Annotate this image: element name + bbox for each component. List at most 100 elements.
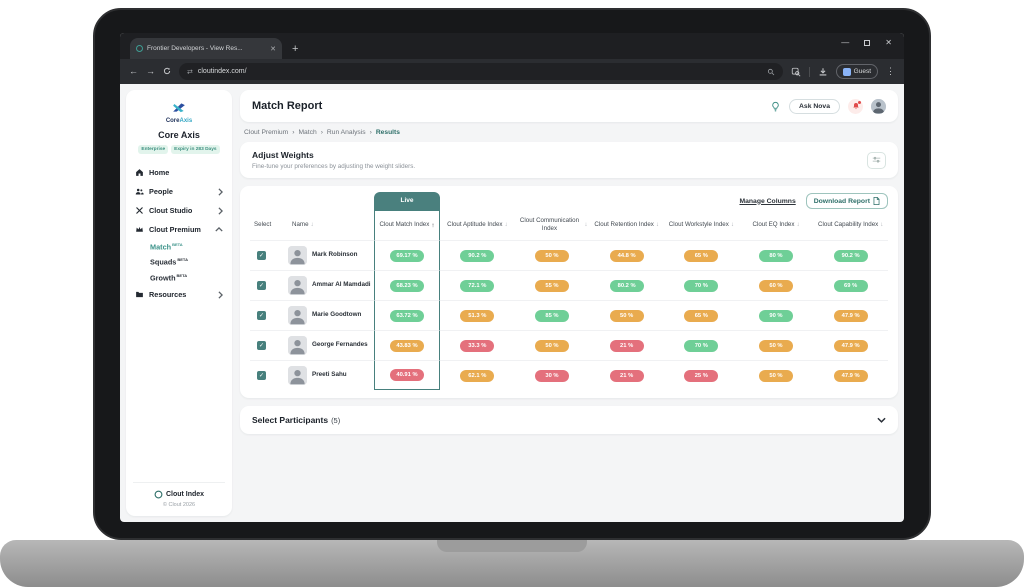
org-name: Core Axis bbox=[133, 130, 225, 140]
breadcrumb-item[interactable]: Match bbox=[298, 129, 316, 136]
browser-tabstrip: Frontier Developers - View Res... ✕ + — … bbox=[120, 33, 904, 59]
row-checkbox[interactable]: ✓ bbox=[257, 341, 266, 350]
chevron-right-icon bbox=[218, 291, 223, 299]
tab-title: Frontier Developers - View Res... bbox=[147, 45, 266, 52]
sidebar-item-squads[interactable]: SquadsBETA bbox=[150, 254, 225, 269]
download-report-button[interactable]: Download Report bbox=[806, 193, 888, 209]
score-cell: 44.8 % bbox=[589, 240, 664, 270]
participant-name-cell: Marie Goodtown bbox=[288, 300, 374, 330]
score-badge: 43.83 % bbox=[390, 340, 424, 352]
refresh-icon[interactable] bbox=[163, 67, 171, 77]
new-tab-button[interactable]: + bbox=[292, 43, 298, 55]
participant-avatar bbox=[288, 276, 307, 295]
sidebar-item-home[interactable]: Home bbox=[133, 163, 225, 182]
score-badge: 21 % bbox=[610, 340, 644, 352]
score-badge: 90.2 % bbox=[460, 250, 494, 262]
beta-tag: BETA bbox=[177, 257, 188, 262]
score-cell: 62.1 % bbox=[440, 360, 515, 390]
column-header-clout-communication-index[interactable]: Clout Communication Index↓ bbox=[515, 210, 590, 240]
forward-icon[interactable]: → bbox=[146, 67, 155, 76]
score-cell: 50 % bbox=[515, 330, 590, 360]
row-checkbox[interactable]: ✓ bbox=[257, 311, 266, 320]
score-badge: 72.1 % bbox=[460, 280, 494, 292]
chevron-right-icon bbox=[218, 207, 223, 215]
score-badge: 33.3 % bbox=[460, 340, 494, 352]
clout-index-logo-icon bbox=[154, 490, 163, 499]
score-cell: 55 % bbox=[515, 270, 590, 300]
score-cell: 70 % bbox=[664, 330, 739, 360]
sidebar-item-growth[interactable]: GrowthBETA bbox=[150, 270, 225, 285]
site-info-icon[interactable]: ⇄ bbox=[187, 68, 193, 76]
guest-profile-button[interactable]: Guest bbox=[836, 64, 878, 79]
address-bar[interactable]: ⇄ cloutindex.com/ bbox=[179, 63, 783, 80]
lightbulb-icon[interactable] bbox=[770, 101, 781, 112]
participant-avatar bbox=[288, 246, 307, 265]
document-icon bbox=[873, 197, 880, 205]
notifications-button[interactable] bbox=[848, 99, 863, 114]
score-badge: 85 % bbox=[535, 310, 569, 322]
row-select-cell: ✓ bbox=[250, 240, 288, 270]
score-cell: 69 % bbox=[813, 270, 888, 300]
score-cell: 90.2 % bbox=[440, 240, 515, 270]
sidebar-item-clout-studio[interactable]: Clout Studio bbox=[133, 201, 225, 220]
zoom-icon[interactable] bbox=[767, 68, 775, 76]
column-header-name[interactable]: Name↓ bbox=[288, 210, 374, 240]
score-cell: 25 % bbox=[664, 360, 739, 390]
score-cell: 50 % bbox=[739, 360, 814, 390]
score-badge: 69 % bbox=[834, 280, 868, 292]
back-icon[interactable]: ← bbox=[129, 67, 138, 76]
sidebar-item-resources[interactable]: Resources bbox=[133, 285, 225, 304]
score-badge: 70 % bbox=[684, 340, 718, 352]
ask-nova-button[interactable]: Ask Nova bbox=[789, 99, 840, 114]
participant-avatar bbox=[288, 366, 307, 385]
breadcrumb-item[interactable]: Run Analysis bbox=[327, 129, 366, 136]
adjust-weights-card: Adjust Weights Fine-tune your preference… bbox=[240, 142, 898, 178]
column-header-clout-match-index[interactable]: Clout Match Index↑ bbox=[374, 210, 440, 240]
user-avatar[interactable] bbox=[871, 99, 886, 114]
score-badge: 50 % bbox=[610, 310, 644, 322]
weight-sliders-button[interactable] bbox=[867, 152, 886, 169]
column-header-clout-aptitude-index[interactable]: Clout Aptitude Index↓ bbox=[440, 210, 515, 240]
row-select-cell: ✓ bbox=[250, 360, 288, 390]
column-header-clout-eq-index[interactable]: Clout EQ Index↓ bbox=[739, 210, 814, 240]
score-cell: 65 % bbox=[664, 240, 739, 270]
score-cell: 70 % bbox=[664, 270, 739, 300]
sidebar-item-match[interactable]: MatchBETA bbox=[150, 239, 225, 254]
guest-avatar-icon bbox=[843, 68, 851, 76]
tab-close-icon[interactable]: ✕ bbox=[270, 45, 276, 53]
results-table-card: Manage Columns Download Report Live Sele… bbox=[240, 186, 898, 398]
row-checkbox[interactable]: ✓ bbox=[257, 281, 266, 290]
brand-logo: CoreAxis bbox=[133, 100, 225, 124]
select-participants-card[interactable]: Select Participants (5) bbox=[240, 406, 898, 434]
column-header-clout-retention-index[interactable]: Clout Retention Index↓ bbox=[589, 210, 664, 240]
score-badge: 63.72 % bbox=[390, 310, 424, 322]
chevron-down-icon[interactable] bbox=[877, 417, 886, 423]
row-checkbox[interactable]: ✓ bbox=[257, 371, 266, 380]
browser-toolbar: ← → ⇄ cloutindex.com/ Guest ⋮ bbox=[120, 59, 904, 84]
tab-search-icon[interactable] bbox=[791, 67, 801, 77]
score-badge: 70 % bbox=[684, 280, 718, 292]
column-header-clout-capability-index[interactable]: Clout Capability Index↓ bbox=[813, 210, 888, 240]
score-badge: 44.8 % bbox=[610, 250, 644, 262]
sidebar-nav: Home People Clout Studio bbox=[133, 163, 225, 304]
browser-menu-icon[interactable]: ⋮ bbox=[886, 67, 895, 76]
window-maximize-icon[interactable] bbox=[864, 40, 870, 46]
score-cell: 51.3 % bbox=[440, 300, 515, 330]
results-table: SelectName↓Clout Match Index↑Clout Aptit… bbox=[250, 210, 888, 390]
column-header-clout-workstyle-index[interactable]: Clout Workstyle Index↓ bbox=[664, 210, 739, 240]
clout-premium-submenu: MatchBETA SquadsBETA GrowthBETA bbox=[133, 239, 225, 285]
participant-name: Ammar Al Mamdadi bbox=[312, 281, 371, 289]
window-close-icon[interactable]: ✕ bbox=[885, 38, 892, 47]
sort-down-icon: ↓ bbox=[505, 222, 508, 228]
window-minimize-icon[interactable]: — bbox=[841, 38, 849, 47]
folder-icon bbox=[135, 290, 144, 299]
sidebar-item-clout-premium[interactable]: Clout Premium bbox=[133, 220, 225, 239]
score-cell: 50 % bbox=[589, 300, 664, 330]
row-checkbox[interactable]: ✓ bbox=[257, 251, 266, 260]
browser-tab[interactable]: Frontier Developers - View Res... ✕ bbox=[130, 38, 282, 59]
manage-columns-link[interactable]: Manage Columns bbox=[739, 198, 795, 205]
score-badge: 90.2 % bbox=[834, 250, 868, 262]
breadcrumb-item[interactable]: Clout Premium bbox=[244, 129, 288, 136]
download-icon[interactable] bbox=[818, 67, 828, 77]
sidebar-item-people[interactable]: People bbox=[133, 182, 225, 201]
